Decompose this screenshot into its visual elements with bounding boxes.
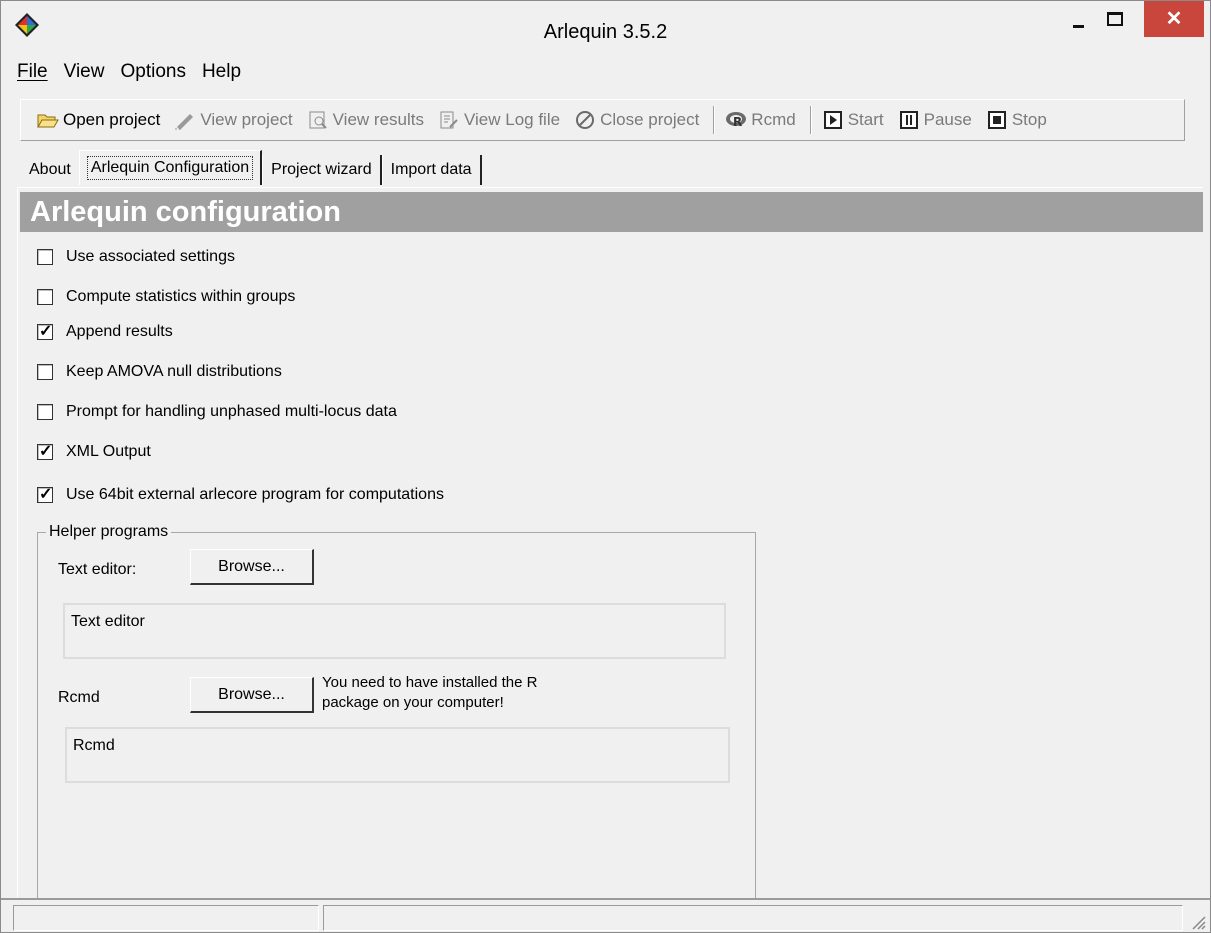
view-project-button[interactable]: View project	[174, 109, 293, 131]
tab-about[interactable]: About	[21, 155, 79, 185]
toolbar: Open project View project View results V…	[20, 99, 1185, 141]
stop-label: Stop	[1011, 110, 1047, 129]
menu-view[interactable]: View	[62, 61, 107, 87]
stop-button[interactable]: Stop	[986, 109, 1047, 131]
close-icon: ✕	[1165, 8, 1183, 30]
minimize-icon	[1072, 24, 1084, 28]
svg-text:R: R	[733, 115, 742, 129]
option-compute-statistics-within-groups[interactable]: Compute statistics within groups	[37, 288, 295, 306]
tab-project-wizard[interactable]: Project wizard	[262, 155, 382, 185]
checkbox[interactable]: ✓	[37, 486, 53, 503]
browse-label: Browse...	[218, 557, 285, 575]
menu-help[interactable]: Help	[200, 61, 243, 87]
page-title: Arlequin configuration	[20, 192, 1203, 232]
checkmark-icon: ✓	[39, 323, 53, 340]
view-log-file-button[interactable]: View Log file	[438, 109, 560, 131]
app-window: Arlequin 3.5.2 ✕ File View Options Help …	[0, 0, 1211, 933]
checkbox[interactable]	[37, 404, 53, 420]
rcmd-note: You need to have installed the R package…	[322, 673, 537, 713]
menu-bar: File View Options Help	[15, 61, 243, 87]
close-project-icon	[574, 109, 596, 131]
view-log-file-label: View Log file	[463, 110, 561, 129]
option-label: Append results	[66, 323, 173, 340]
close-button[interactable]: ✕	[1144, 1, 1204, 37]
folder-open-icon	[37, 109, 59, 131]
menu-file[interactable]: File	[15, 61, 50, 87]
r-logo-icon: R	[725, 109, 747, 131]
option-use-associated-settings[interactable]: Use associated settings	[37, 248, 235, 266]
title-bar: Arlequin 3.5.2 ✕	[1, 1, 1210, 53]
toolbar-separator	[809, 106, 812, 134]
tab-about-label: About	[29, 161, 71, 178]
text-editor-path-field[interactable]: Text editor	[63, 603, 726, 659]
option-keep-amova-null-distributions[interactable]: Keep AMOVA null distributions	[37, 363, 282, 381]
results-icon	[307, 109, 329, 131]
rcmd-label: Rcmd	[751, 110, 796, 129]
text-editor-path-value: Text editor	[71, 613, 145, 630]
rcmd-path-field[interactable]: Rcmd	[65, 727, 730, 783]
pause-button[interactable]: Pause	[898, 109, 972, 131]
option-use-64bit-arlecore[interactable]: ✓ Use 64bit external arlecore program fo…	[37, 486, 444, 504]
start-button[interactable]: Start	[822, 109, 884, 131]
pen-icon	[174, 109, 196, 131]
tab-project-wizard-label: Project wizard	[271, 161, 372, 178]
option-label: Keep AMOVA null distributions	[66, 363, 282, 380]
open-project-button[interactable]: Open project	[37, 109, 160, 131]
option-label: Use 64bit external arlecore program for …	[66, 486, 444, 503]
rcmd-button[interactable]: R Rcmd	[725, 109, 796, 131]
view-project-label: View project	[200, 110, 293, 129]
toolbar-separator	[713, 106, 716, 134]
option-label: Use associated settings	[66, 248, 235, 265]
checkbox[interactable]: ✓	[37, 443, 53, 460]
play-icon	[822, 109, 844, 131]
text-editor-label: Text editor:	[58, 561, 137, 578]
log-file-icon	[438, 109, 460, 131]
pause-icon	[898, 109, 920, 131]
tab-arlequin-configuration[interactable]: Arlequin Configuration	[78, 150, 263, 185]
stop-icon	[986, 109, 1008, 131]
status-bar	[1, 898, 1210, 932]
menu-options[interactable]: Options	[118, 61, 187, 87]
close-project-label: Close project	[600, 110, 700, 129]
resize-grip-icon[interactable]	[1188, 912, 1206, 930]
open-project-label: Open project	[63, 110, 161, 129]
rcmd-browse-button[interactable]: Browse...	[190, 677, 314, 713]
minimize-button[interactable]	[1061, 1, 1095, 37]
status-panel-main	[323, 905, 1183, 931]
rcmd-path-value: Rcmd	[73, 737, 115, 754]
maximize-button[interactable]	[1097, 1, 1133, 37]
tab-import-data-label: Import data	[390, 161, 472, 178]
pause-label: Pause	[923, 110, 972, 129]
configuration-panel: Arlequin configuration Use associated se…	[17, 187, 1203, 913]
rcmd-label: Rcmd	[58, 689, 100, 706]
checkbox[interactable]	[37, 364, 53, 380]
checkbox[interactable]	[37, 289, 53, 305]
option-append-results[interactable]: ✓ Append results	[37, 323, 173, 341]
option-label: Prompt for handling unphased multi-locus…	[66, 403, 397, 420]
checkmark-icon: ✓	[39, 443, 53, 460]
option-label: XML Output	[66, 443, 151, 460]
checkbox[interactable]	[37, 249, 53, 265]
checkmark-icon: ✓	[39, 486, 53, 503]
option-label: Compute statistics within groups	[66, 288, 296, 305]
checkbox[interactable]: ✓	[37, 323, 53, 340]
option-xml-output[interactable]: ✓ XML Output	[37, 443, 151, 461]
helper-programs-legend: Helper programs	[46, 523, 172, 541]
view-results-button[interactable]: View results	[307, 109, 424, 131]
close-project-button[interactable]: Close project	[574, 109, 699, 131]
helper-programs-group: Helper programs Text editor: Browse... T…	[37, 523, 756, 913]
window-title: Arlequin 3.5.2	[543, 21, 668, 43]
maximize-icon	[1107, 12, 1123, 26]
rcmd-note-line: package on your computer!	[322, 694, 504, 711]
browse-label: Browse...	[218, 685, 285, 703]
view-results-label: View results	[332, 110, 424, 129]
status-panel-left	[13, 905, 319, 931]
text-editor-browse-button[interactable]: Browse...	[190, 549, 314, 585]
tab-arlequin-configuration-label: Arlequin Configuration	[86, 156, 254, 180]
tab-strip: About Arlequin Configuration Project wiz…	[21, 149, 482, 185]
start-label: Start	[847, 110, 884, 129]
tab-import-data[interactable]: Import data	[381, 155, 482, 185]
option-prompt-unphased-data[interactable]: Prompt for handling unphased multi-locus…	[37, 403, 397, 421]
rcmd-note-line: You need to have installed the R	[322, 674, 538, 691]
